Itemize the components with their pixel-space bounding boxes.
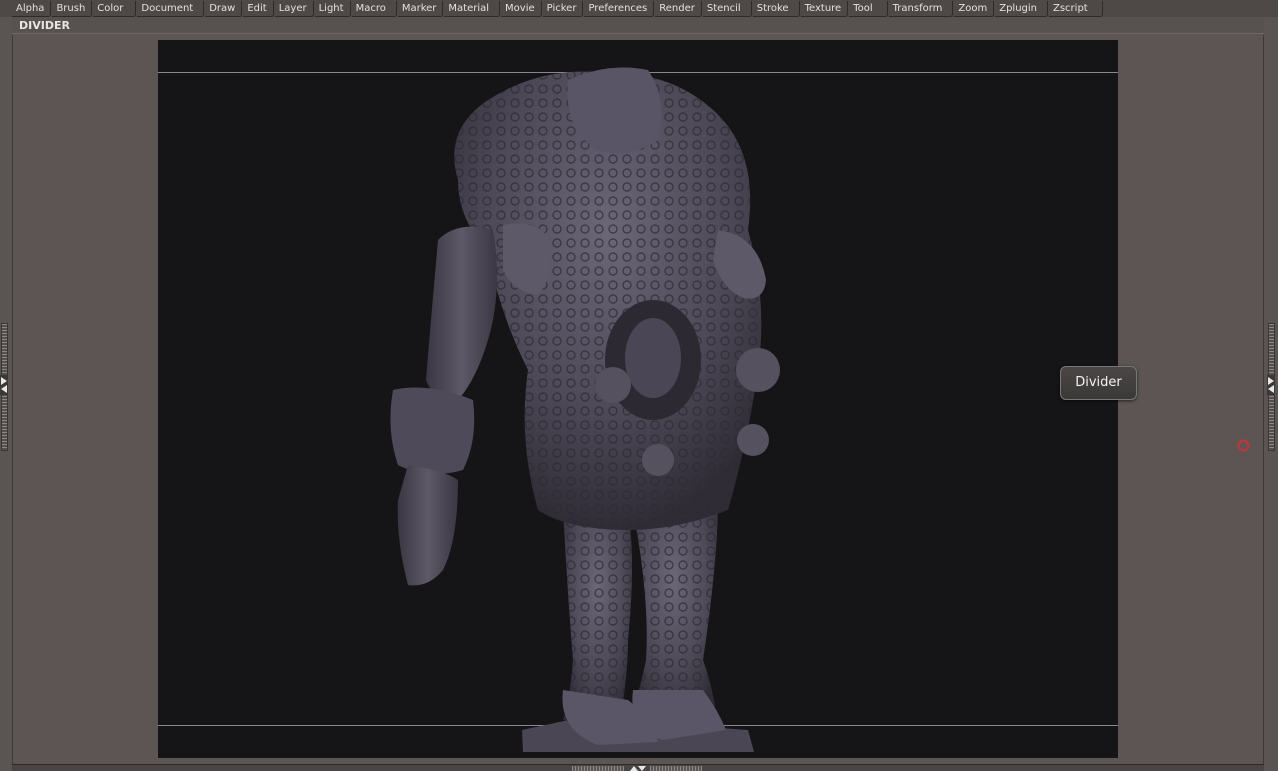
menu-draw[interactable]: Draw [205, 0, 243, 17]
menu-zoom[interactable]: Zoom [954, 0, 995, 17]
menu-picker[interactable]: Picker [542, 0, 584, 17]
menu-zscript[interactable]: Zscript [1049, 0, 1103, 17]
menu-light[interactable]: Light [314, 0, 351, 17]
menu-texture[interactable]: Texture [800, 0, 849, 17]
left-tray-toggle[interactable] [0, 375, 8, 395]
menu-layer[interactable]: Layer [274, 0, 314, 17]
menu-bar: Alpha Brush Color Document Draw Edit Lay… [0, 0, 1278, 17]
document-canvas[interactable] [158, 40, 1118, 758]
divider-tooltip: Divider [1060, 366, 1137, 400]
palette-title[interactable]: DIVIDER [12, 17, 1264, 34]
menu-brush[interactable]: Brush [52, 0, 93, 17]
menu-edit[interactable]: Edit [243, 0, 274, 17]
menu-tool[interactable]: Tool [849, 0, 888, 17]
menu-preferences[interactable]: Preferences [584, 0, 655, 17]
bottom-tray-toggle[interactable] [572, 766, 702, 771]
menu-stencil[interactable]: Stencil [702, 0, 752, 17]
triangle-up-down-icon [630, 766, 646, 771]
sculpted-model[interactable] [158, 40, 1118, 758]
menu-material[interactable]: Material [444, 0, 501, 17]
menu-marker[interactable]: Marker [397, 0, 444, 17]
menu-zplugin[interactable]: Zplugin [995, 0, 1048, 17]
menu-macro[interactable]: Macro [351, 0, 397, 17]
bottom-grip-right [650, 766, 702, 771]
menu-alpha[interactable]: Alpha [12, 0, 52, 17]
zbrush-window: Alpha Brush Color Document Draw Edit Lay… [0, 0, 1278, 771]
triangle-right-left-icon [1268, 377, 1274, 393]
menu-stroke[interactable]: Stroke [752, 0, 800, 17]
menu-render[interactable]: Render [655, 0, 702, 17]
menu-movie[interactable]: Movie [501, 0, 542, 17]
menu-document[interactable]: Document [137, 0, 205, 17]
triangle-right-left-icon [1, 377, 7, 393]
menu-color[interactable]: Color [93, 0, 137, 17]
right-tray-toggle[interactable] [1267, 375, 1275, 395]
bottom-grip-left [572, 766, 624, 771]
menu-transform[interactable]: Transform [888, 0, 954, 17]
red-circle-marker-icon[interactable] [1237, 439, 1250, 452]
